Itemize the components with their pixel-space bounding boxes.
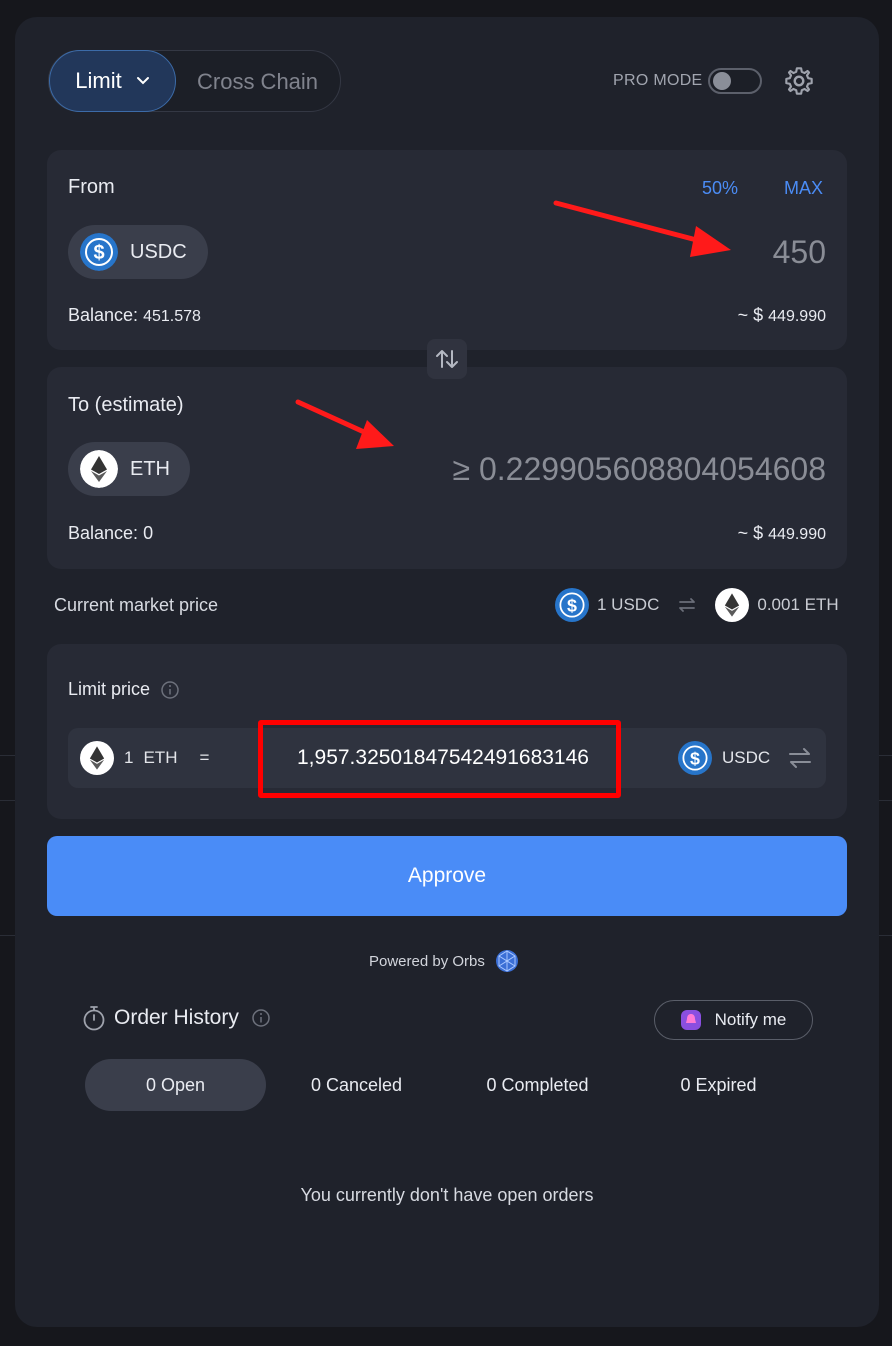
arrow-to-from-amount [553, 200, 731, 257]
arrow-to-to-amount [295, 399, 394, 449]
annotation-arrows [295, 200, 731, 449]
